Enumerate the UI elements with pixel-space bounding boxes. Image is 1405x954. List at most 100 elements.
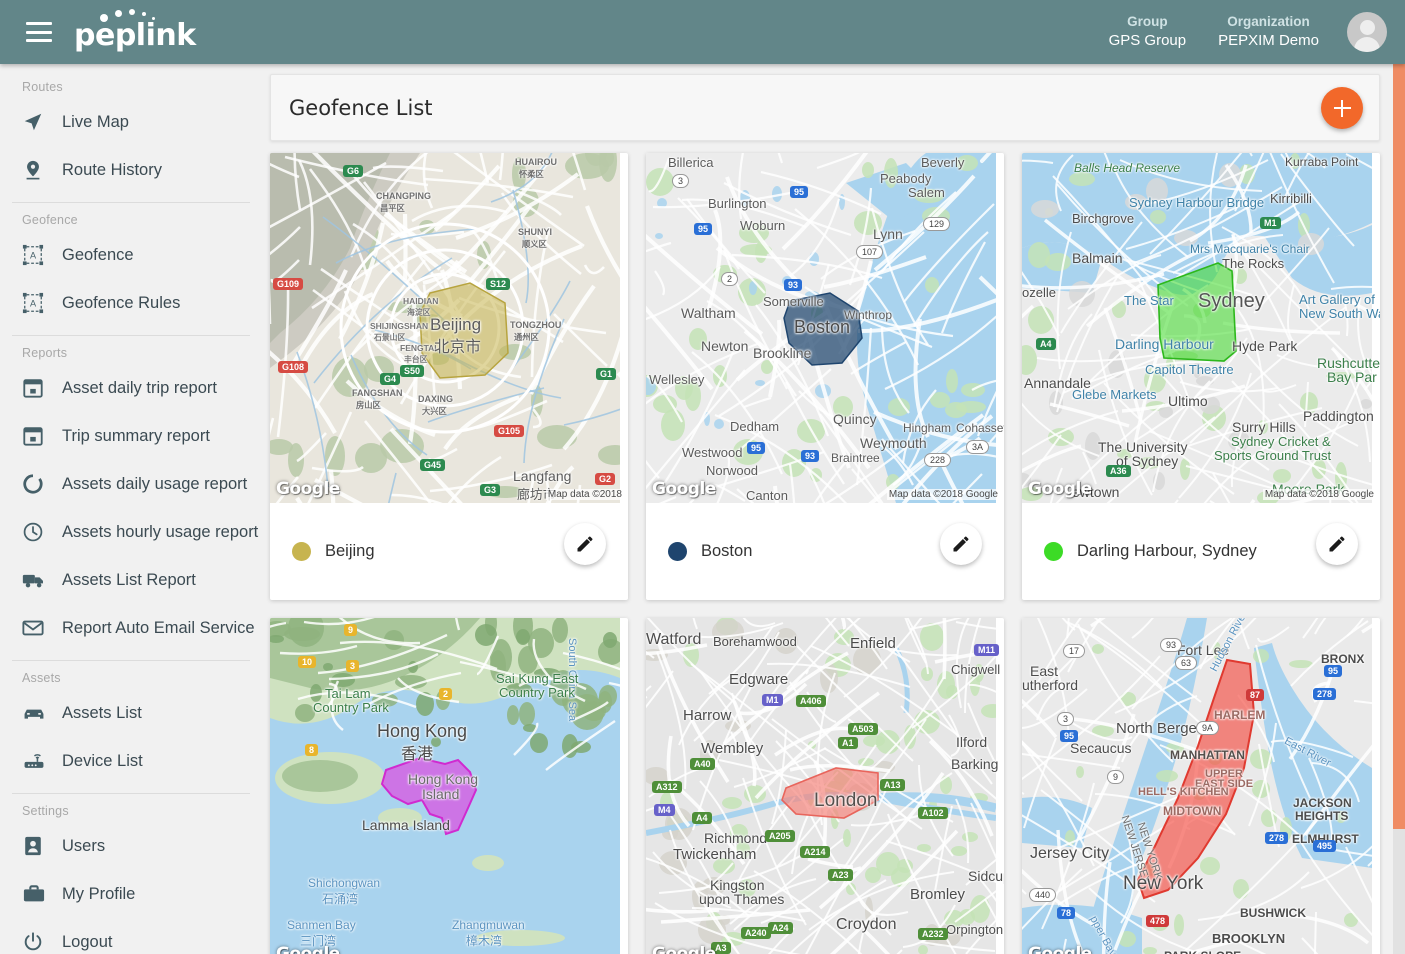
map-road-shield: A13: [880, 779, 905, 791]
donut-chart-icon: [22, 471, 52, 497]
map-road-shield: A232: [918, 928, 948, 940]
user-badge-icon: [22, 833, 52, 859]
pencil-icon: [575, 534, 595, 554]
briefcase-icon: [22, 881, 52, 907]
sidebar-item-geofence-rules[interactable]: A Geofence Rules: [0, 279, 262, 327]
sidebar-item-trip-summary-report[interactable]: Trip summary report: [0, 412, 262, 460]
geofence-card[interactable]: South China SeaSai Kung EastCountry Park…: [270, 618, 628, 954]
group-selector[interactable]: Group GPS Group: [1093, 13, 1203, 51]
map-road-shield: M11: [974, 644, 999, 656]
geofence-area-icon: A: [22, 290, 52, 316]
sidebar-section-label-routes: Routes: [0, 70, 262, 98]
avatar[interactable]: [1347, 12, 1387, 52]
map-road-shield: 95: [747, 442, 765, 454]
router-icon: [22, 748, 52, 774]
sidebar-item-geofence[interactable]: AGeofence: [0, 231, 262, 279]
organization-selector[interactable]: Organization PEPXIM Demo: [1202, 13, 1335, 51]
geofence-card[interactable]: HUAIROU怀柔区CHANGPING昌平区SHUNYI顺义区HAIDIAN海淀…: [270, 153, 628, 600]
edit-geofence-button[interactable]: [940, 523, 982, 565]
google-watermark: Google: [652, 944, 716, 954]
geofence-area-icon: A: [22, 242, 52, 268]
edit-geofence-button[interactable]: [564, 523, 606, 565]
map-road-shield: M4: [654, 804, 675, 816]
geofence-card[interactable]: Fort LeeHudson RiverBRONXEastutherfordHA…: [1022, 618, 1380, 954]
organization-label: Organization: [1218, 13, 1319, 31]
map-road-shield: 3: [346, 660, 359, 672]
sidebar-item-users[interactable]: Users: [0, 822, 262, 870]
map-road-shield: A40: [690, 758, 715, 770]
calendar-icon: [22, 423, 52, 449]
sidebar-item-assets-daily-usage-report[interactable]: Assets daily usage report: [0, 460, 262, 508]
geofence-polygon: [270, 618, 620, 954]
google-watermark: Google: [652, 479, 716, 499]
sidebar-item-assets-list-report[interactable]: Assets List Report: [0, 556, 262, 604]
clock-icon: [22, 519, 52, 545]
sidebar-item-label: Geofence Rules: [62, 294, 180, 313]
sidebar-item-assets-list[interactable]: Assets List: [0, 689, 262, 737]
geofence-polygon: [1022, 618, 1372, 954]
map-road-shield: A24: [768, 922, 793, 934]
page-scrollbar-thumb[interactable]: [1393, 64, 1405, 829]
map-road-shield: 2: [439, 688, 452, 700]
sidebar-item-report-auto-email-service[interactable]: Report Auto Email Service: [0, 604, 262, 652]
geofence-map-preview[interactable]: Fort LeeHudson RiverBRONXEastutherfordHA…: [1022, 618, 1380, 954]
map-road-shield: A406: [796, 695, 826, 707]
truck-icon: [22, 567, 52, 593]
page-scrollbar-track[interactable]: [1393, 64, 1405, 954]
edit-geofence-button[interactable]: [1316, 523, 1358, 565]
geofence-card[interactable]: WatfordBorehamwoodEnfieldChigwellEdgware…: [646, 618, 1004, 954]
plus-icon: [1341, 100, 1343, 117]
map-road-shield: 95: [1324, 665, 1342, 677]
svg-text:A: A: [30, 251, 37, 261]
map-road-shield: A23: [828, 869, 853, 881]
geofence-map-preview[interactable]: BillericaBeverlyPeabodySalemBurlingtonWo…: [646, 153, 1004, 503]
geofence-polygon: [1022, 153, 1372, 503]
geofence-card[interactable]: Balls Head ReserveKurraba PointSydney Ha…: [1022, 153, 1380, 600]
peplink-logo[interactable]: peplink: [74, 10, 194, 54]
page-title: Geofence List: [289, 96, 433, 120]
geofence-color-swatch: [668, 542, 687, 561]
top-header-bar: peplink Group GPS Group Organization PEP…: [0, 0, 1405, 64]
page-header-panel: Geofence List: [270, 74, 1380, 141]
map-road-shield: 228: [924, 453, 951, 467]
geofence-map-preview[interactable]: South China SeaSai Kung EastCountry Park…: [270, 618, 628, 954]
sidebar-item-assets-hourly-usage-report[interactable]: Assets hourly usage report: [0, 508, 262, 556]
map-road-shield: 8: [305, 744, 318, 756]
sidebar-item-label: Trip summary report: [62, 427, 210, 446]
sidebar-item-label: Assets hourly usage report: [62, 523, 258, 542]
sidebar-item-my-profile[interactable]: My Profile: [0, 870, 262, 918]
geofence-polygon: [646, 153, 996, 503]
avatar-head-icon: [1360, 20, 1375, 35]
map-road-shield: G108: [278, 361, 308, 373]
map-road-shield: 93: [1160, 638, 1182, 652]
geofence-map-preview[interactable]: HUAIROU怀柔区CHANGPING昌平区SHUNYI顺义区HAIDIAN海淀…: [270, 153, 628, 503]
sidebar-item-device-list[interactable]: Device List: [0, 737, 262, 785]
add-geofence-button[interactable]: [1321, 87, 1363, 129]
map-road-shield: 9A: [1196, 721, 1219, 735]
geofence-map-preview[interactable]: Balls Head ReserveKurraba PointSydney Ha…: [1022, 153, 1380, 503]
map-road-shield: A312: [652, 781, 682, 793]
group-value: GPS Group: [1109, 31, 1187, 51]
map-road-shield: 3A: [966, 440, 989, 454]
envelope-icon: [22, 615, 52, 641]
sidebar-item-label: Users: [62, 837, 105, 856]
map-road-shield: A36: [1106, 465, 1131, 477]
map-attribution: Map data ©2018: [546, 489, 624, 500]
avatar-body-icon: [1354, 37, 1380, 52]
hamburger-menu-icon[interactable]: [26, 22, 52, 42]
map-road-shield: A205: [765, 830, 795, 842]
sidebar-item-label: Route History: [62, 161, 162, 180]
geofence-map-preview[interactable]: WatfordBorehamwoodEnfieldChigwellEdgware…: [646, 618, 1004, 954]
sidebar-item-route-history[interactable]: Route History: [0, 146, 262, 194]
sidebar-item-asset-daily-trip-report[interactable]: Asset daily trip report: [0, 364, 262, 412]
map-road-shield: G3: [480, 484, 500, 496]
map-attribution: Map data ©2018 Google: [887, 489, 1000, 500]
sidebar-item-live-map[interactable]: Live Map: [0, 98, 262, 146]
sidebar-item-label: Report Auto Email Service: [62, 619, 255, 638]
geofence-card[interactable]: BillericaBeverlyPeabodySalemBurlingtonWo…: [646, 153, 1004, 600]
google-watermark: Google: [276, 944, 340, 954]
navigation-arrow-icon: [22, 109, 52, 135]
map-road-shield: 2: [721, 272, 738, 286]
sidebar-item-label: Live Map: [62, 113, 129, 132]
sidebar-item-logout[interactable]: Logout: [0, 918, 262, 954]
